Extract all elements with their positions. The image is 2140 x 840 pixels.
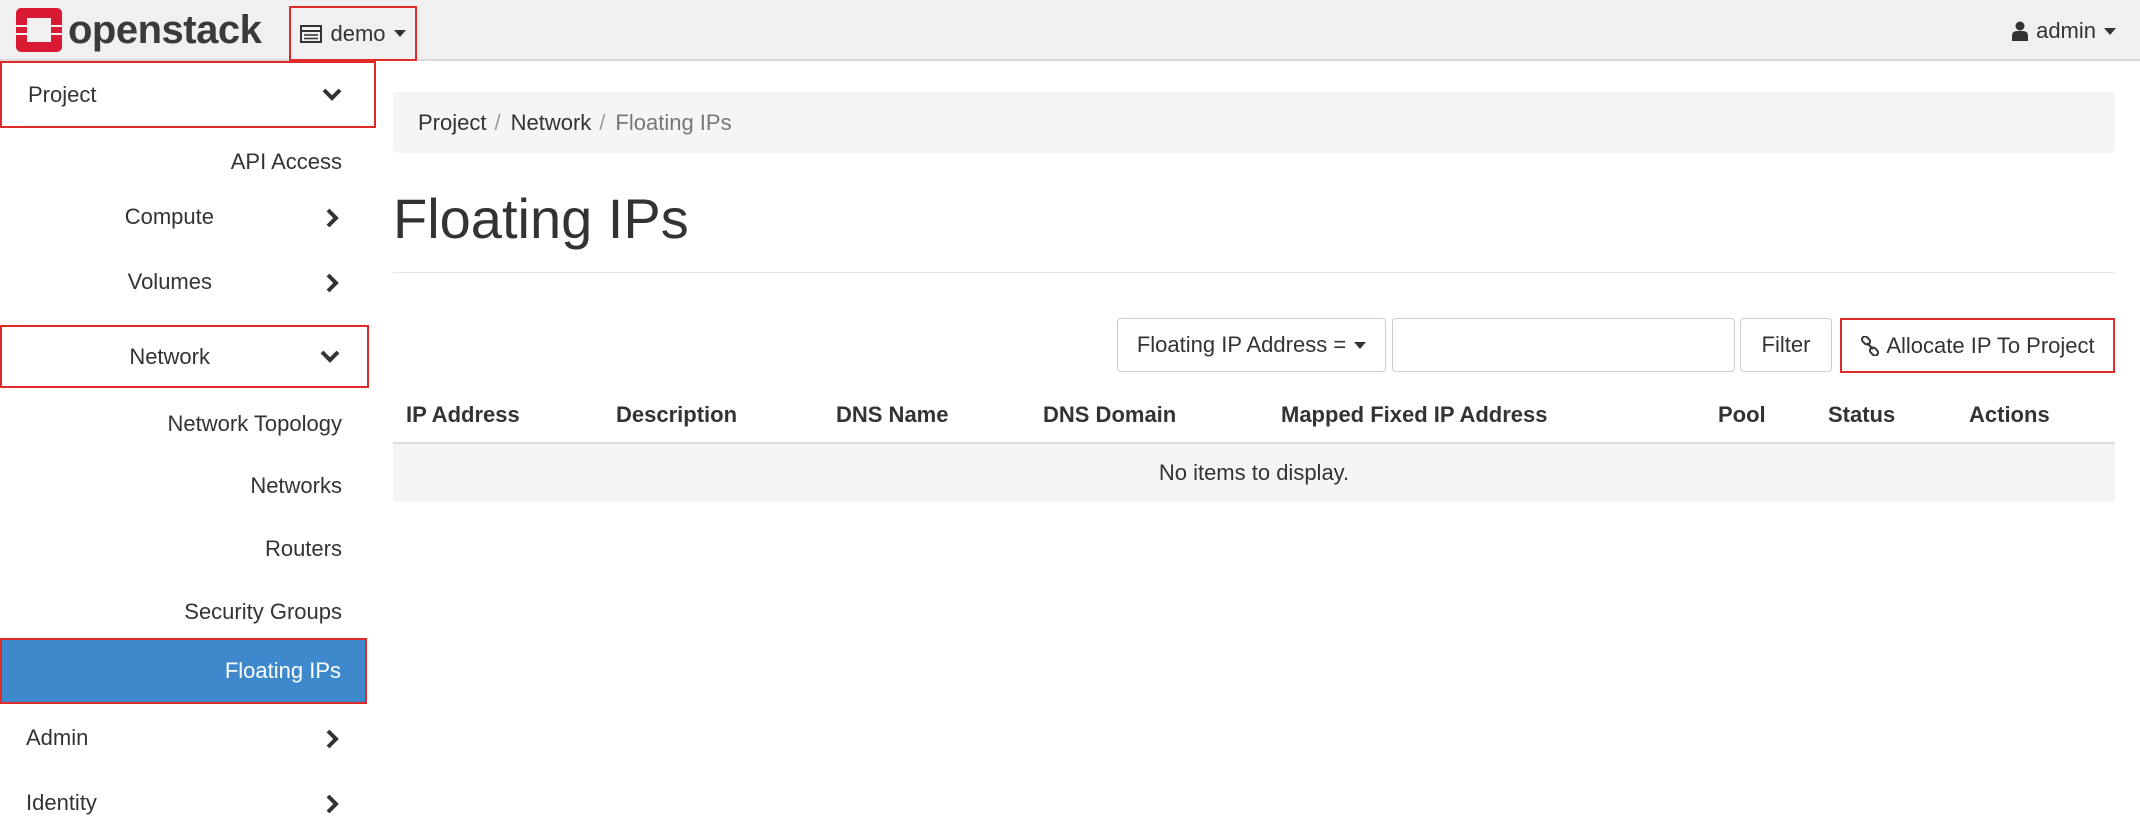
sidebar-item-label: Identity — [26, 790, 97, 815]
caret-down-icon — [393, 30, 406, 37]
sidebar-item-label: Network — [129, 343, 210, 369]
table-empty-row: No items to display. — [393, 444, 2115, 502]
openstack-logo-icon — [16, 8, 62, 52]
breadcrumb-project[interactable]: Project — [418, 110, 486, 136]
project-selector-label: demo — [330, 20, 386, 46]
sidebar-item-network-topology[interactable]: Network Topology — [168, 411, 342, 437]
chevron-down-icon — [319, 349, 341, 365]
column-header-description[interactable]: Description — [616, 402, 737, 428]
column-header-status[interactable]: Status — [1828, 402, 1895, 428]
sidebar-item-api-access[interactable]: API Access — [231, 149, 342, 175]
sidebar-item-label: Floating IPs — [224, 658, 341, 683]
sidebar-item-network[interactable]: Network — [0, 325, 369, 388]
filter-input[interactable] — [1392, 318, 1735, 372]
page-title: Floating IPs — [393, 187, 689, 250]
allocate-ip-button[interactable]: Allocate IP To Project — [1840, 318, 2115, 373]
sidebar-item-label: Project — [28, 81, 97, 107]
table-header: IP Address Description DNS Name DNS Doma… — [393, 392, 2115, 444]
brand-name: openstack — [68, 8, 262, 52]
breadcrumb-current: Floating IPs — [615, 109, 732, 135]
column-header-mapped-fixed-ip[interactable]: Mapped Fixed IP Address — [1281, 402, 1548, 428]
column-header-dns-name[interactable]: DNS Name — [836, 402, 948, 428]
column-header-ip-address[interactable]: IP Address — [406, 402, 520, 428]
sidebar-item-label: Volumes — [127, 269, 212, 294]
empty-message: No items to display. — [1158, 460, 1350, 485]
sidebar-item-compute[interactable]: Compute — [0, 193, 376, 241]
link-icon — [1861, 335, 1880, 356]
column-header-pool[interactable]: Pool — [1718, 402, 1766, 428]
sidebar-item-label: Compute — [124, 204, 214, 229]
chevron-right-icon — [325, 207, 341, 229]
caret-down-icon — [2104, 27, 2116, 35]
allocate-ip-label: Allocate IP To Project — [1886, 332, 2095, 358]
user-menu-dropdown[interactable]: admin — [2012, 14, 2116, 48]
sidebar-item-project[interactable]: Project — [0, 61, 376, 128]
filter-field-label: Floating IP Address = — [1136, 332, 1347, 357]
divider — [393, 272, 2115, 273]
user-menu-label: admin — [2036, 18, 2096, 43]
user-icon — [2012, 21, 2029, 41]
column-header-dns-domain[interactable]: DNS Domain — [1043, 402, 1176, 428]
top-navbar: openstack demo admin — [0, 0, 2140, 61]
filter-field-dropdown[interactable]: Floating IP Address = — [1117, 318, 1386, 372]
column-header-actions: Actions — [1969, 402, 2050, 427]
breadcrumb-separator: / — [494, 109, 501, 135]
chevron-right-icon — [325, 793, 341, 815]
openstack-logo[interactable]: openstack — [16, 8, 262, 52]
sidebar-item-floating-ips[interactable]: Floating IPs — [0, 638, 367, 704]
sidebar-item-admin[interactable]: Admin — [0, 714, 376, 762]
sidebar-item-volumes[interactable]: Volumes — [0, 258, 376, 306]
project-selector-dropdown[interactable]: demo — [289, 6, 417, 61]
sidebar-item-security-groups[interactable]: Security Groups — [184, 599, 342, 625]
breadcrumb-separator: / — [599, 109, 606, 135]
sidebar: Project API Access Compute Volumes Netwo… — [0, 61, 376, 840]
caret-down-icon — [1354, 341, 1367, 349]
chevron-down-icon — [321, 87, 343, 103]
sidebar-item-routers[interactable]: Routers — [265, 536, 342, 562]
breadcrumb: Project / Network / Floating IPs — [393, 92, 2115, 153]
sidebar-item-networks[interactable]: Networks — [250, 473, 342, 499]
sidebar-item-identity[interactable]: Identity — [0, 779, 376, 827]
sidebar-item-label: Admin — [26, 725, 89, 750]
filter-button[interactable]: Filter — [1740, 318, 1832, 372]
breadcrumb-network[interactable]: Network — [511, 110, 592, 136]
server-icon — [300, 24, 323, 43]
chevron-right-icon — [325, 728, 341, 750]
chevron-right-icon — [325, 272, 341, 294]
